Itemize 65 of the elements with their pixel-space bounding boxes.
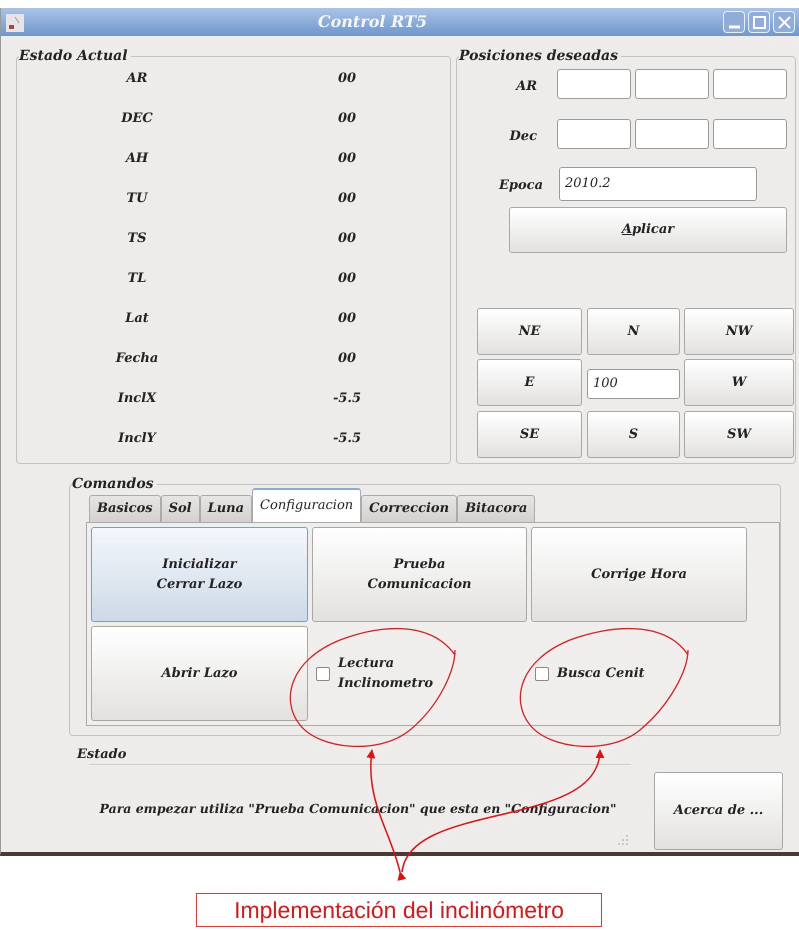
command-button[interactable]: Inicializar Cerrar Lazo: [91, 527, 308, 622]
direction-button[interactable]: N: [587, 308, 680, 355]
checkbox[interactable]: [535, 666, 549, 680]
close-icon: [778, 16, 790, 28]
close-button[interactable]: [773, 11, 795, 33]
field-label: TL: [126, 270, 148, 288]
maximize-button[interactable]: [748, 11, 770, 33]
field-label: AH: [124, 150, 150, 168]
direction-button[interactable]: E: [477, 359, 582, 406]
field-label: InclY: [116, 430, 158, 448]
tab[interactable]: Sol: [160, 495, 200, 522]
field-label: TU: [125, 190, 149, 208]
input-field[interactable]: [635, 119, 709, 149]
tab[interactable]: Configuracion: [252, 488, 362, 522]
tab[interactable]: Luna: [200, 495, 252, 522]
size-grip-icon: [617, 834, 629, 846]
about-button[interactable]: Acerca de ...: [654, 772, 783, 850]
minimize-icon: [728, 24, 740, 28]
field-label: InclX: [116, 390, 158, 408]
minimize-button[interactable]: [723, 11, 745, 33]
checkbox-label[interactable]: Busca Cenit: [557, 664, 645, 684]
field-value: 00: [336, 70, 358, 88]
tab[interactable]: Bitacora: [457, 495, 536, 522]
field-label: AR: [124, 70, 148, 88]
field-value: 00: [336, 110, 358, 128]
direction-button[interactable]: SE: [477, 411, 582, 458]
field-value: -5.5: [332, 430, 362, 448]
field-value: 00: [336, 230, 358, 248]
field-label: TS: [126, 230, 148, 248]
command-button[interactable]: Prueba Comunicacion: [312, 527, 527, 622]
annotation-label: Implementación del inclinómetro: [196, 893, 602, 927]
direction-button[interactable]: SW: [684, 411, 794, 458]
section-title: Estado: [77, 746, 126, 764]
maximize-icon: [752, 16, 766, 28]
input-field[interactable]: [713, 69, 787, 99]
apply-button[interactable]: Aplicar: [509, 207, 787, 253]
field-label: Lat: [124, 310, 150, 328]
tab[interactable]: Basicos: [89, 495, 161, 522]
input-field[interactable]: [557, 119, 631, 149]
direction-button[interactable]: S: [587, 411, 680, 458]
checkbox-label[interactable]: Lectura Inclinometro: [338, 654, 433, 693]
input-field[interactable]: [713, 119, 787, 149]
field-label: Epoca: [498, 177, 543, 195]
direction-button[interactable]: W: [684, 359, 794, 406]
window-title: Control RT5: [316, 11, 428, 33]
field-value: 00: [336, 350, 358, 368]
field-value: 00: [336, 270, 358, 288]
field-value: 00: [336, 310, 358, 328]
step-field[interactable]: 100: [587, 369, 680, 399]
input-field[interactable]: [635, 69, 709, 99]
command-button[interactable]: Corrige Hora: [531, 527, 747, 622]
field-value: -5.5: [332, 390, 362, 408]
input-field[interactable]: 2010.2: [559, 167, 757, 201]
input-field[interactable]: [557, 69, 631, 99]
field-value: 00: [336, 190, 358, 208]
field-label: DEC: [120, 110, 154, 128]
tab[interactable]: Correccion: [361, 495, 458, 522]
field-label: Dec: [508, 128, 537, 146]
field-value: 00: [336, 150, 358, 168]
field-label: Fecha: [114, 350, 160, 368]
checkbox[interactable]: [316, 666, 330, 680]
direction-button[interactable]: NE: [477, 308, 582, 355]
direction-button[interactable]: NW: [684, 308, 794, 355]
field-label: AR: [514, 78, 537, 96]
command-button[interactable]: Abrir Lazo: [91, 626, 308, 721]
